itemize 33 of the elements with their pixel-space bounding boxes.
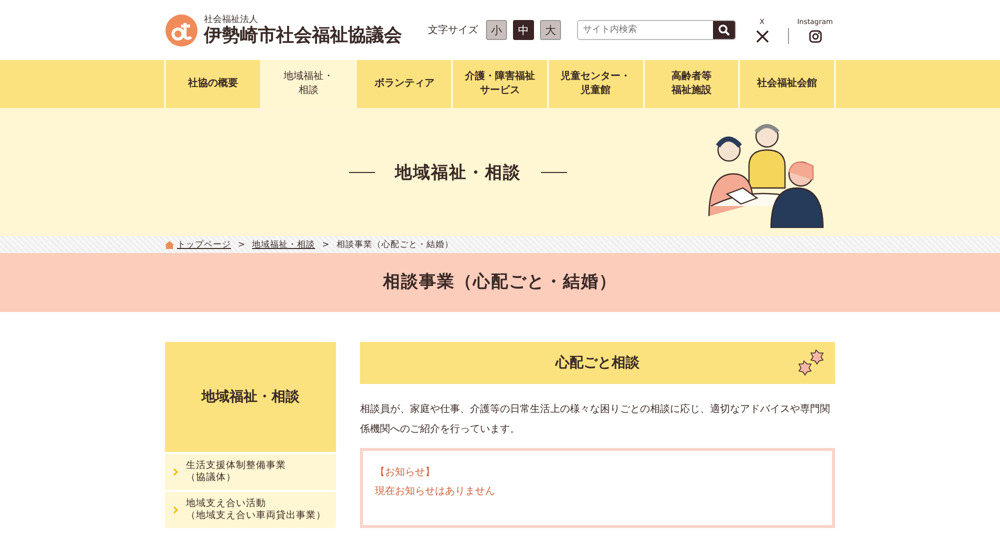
camera-icon[interactable] (808, 30, 822, 42)
org-name[interactable]: 伊勢崎市社会福祉協議会 (204, 26, 402, 44)
breadcrumb-separator: > (238, 240, 246, 250)
font-size-button[interactable]: 大 (540, 20, 561, 40)
home-icon (165, 240, 174, 248)
sidebar-link-text[interactable]: 生活支援体制整備事業 （協議体） (186, 460, 286, 484)
body-text: 相談員が、家庭や仕事、介護等の日常生活上の様々な困りごとの相談に応じ、適切なアドバイスや専門関係機関へのご紹介を行っています。 (360, 402, 831, 437)
search-field[interactable]: サイト内検索 (577, 20, 736, 40)
notice-text: 現在お知らせはありません (375, 485, 496, 499)
section-heading: 心配ごと相談 (556, 354, 640, 372)
page-title: 相談事業（心配ごと・結婚） (382, 271, 618, 294)
search-button[interactable] (713, 21, 735, 39)
hero-title: 地域福祉・相談 (395, 162, 521, 184)
logo-icon (165, 14, 198, 46)
chevron-right-icon (173, 468, 178, 476)
breadcrumb-link[interactable]: トップページ (165, 238, 231, 250)
org-type: 社会福祉法人 (204, 16, 259, 24)
notice-title: 【お知らせ】 (375, 466, 436, 480)
search-icon (718, 24, 730, 36)
sidebar-link[interactable]: 生活支援体制整備事業 （協議体） (165, 454, 336, 490)
x-logo-icon[interactable] (756, 30, 768, 42)
breadcrumb-text[interactable]: トップページ (177, 238, 231, 250)
sidebar-link-text[interactable]: 地域支え合い活動 （地域支え合い車両貸出事業） (186, 498, 326, 522)
nav-tab[interactable]: 地域福祉・ 相談 (262, 60, 358, 108)
chevron-right-icon (173, 506, 178, 514)
breadcrumb-link[interactable]: 地域福祉・相談 (252, 238, 316, 250)
sidebar-link[interactable]: 地域支え合い活動 （地域支え合い車両貸出事業） (165, 492, 336, 528)
breadcrumb-separator: > (322, 240, 330, 250)
breadcrumb-current: 相談事業（心配ごと・結婚） (336, 238, 454, 250)
font-size-label: 文字サイズ (428, 24, 478, 37)
font-size-button[interactable]: 中 (513, 20, 534, 40)
sidebar-title: 地域福祉・相談 (165, 342, 336, 452)
font-size-button[interactable]: 小 (486, 20, 507, 40)
